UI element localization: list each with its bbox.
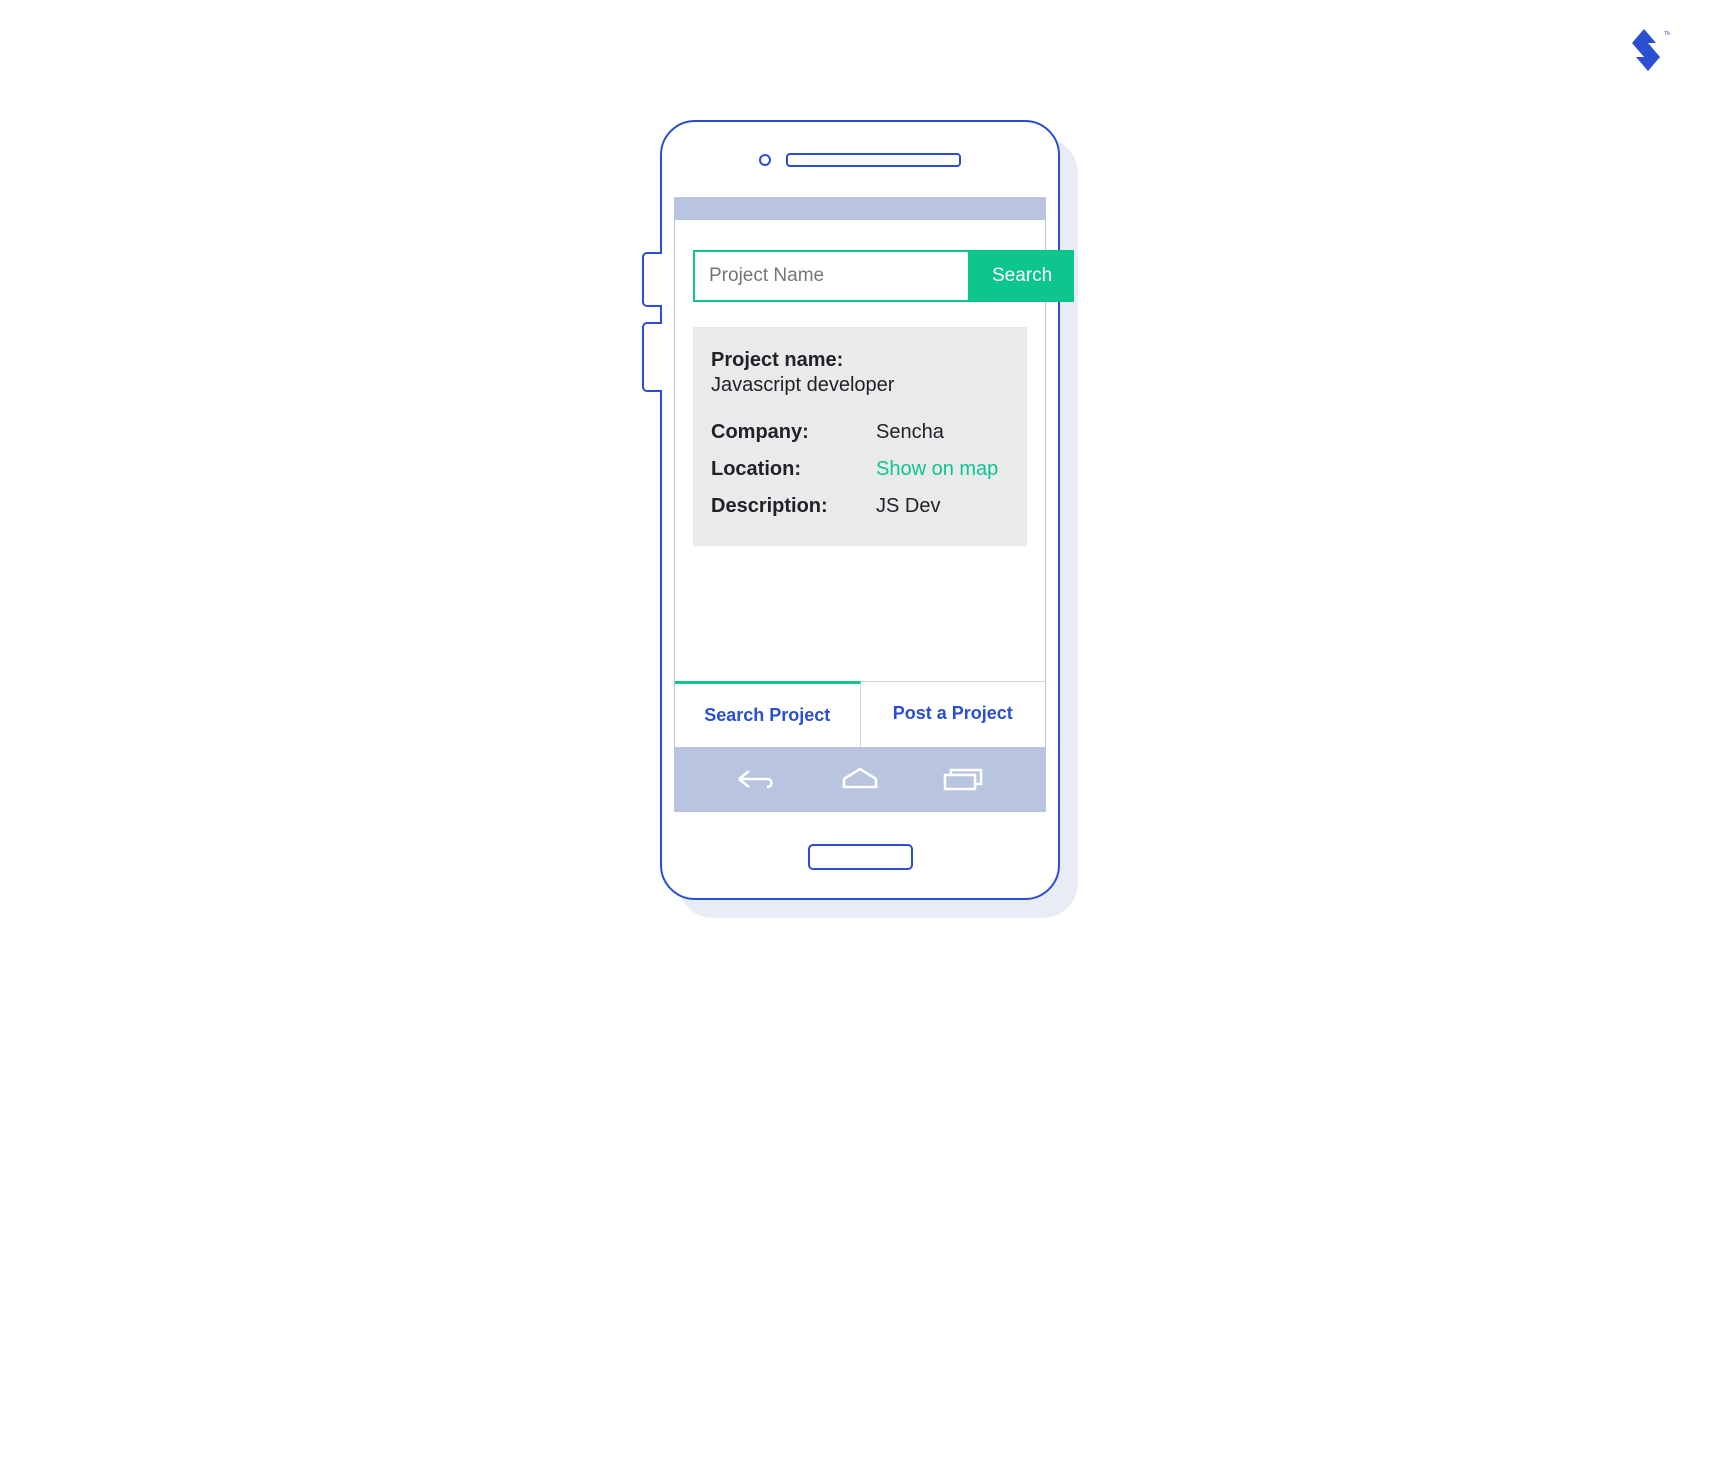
home-icon[interactable]: [838, 767, 882, 791]
home-button: [808, 844, 913, 870]
location-label: Location:: [711, 458, 876, 481]
status-bar: [675, 198, 1045, 220]
company-value: Sencha: [876, 421, 944, 444]
search-row: Search: [693, 250, 1027, 302]
tab-bar: Search Project Post a Project: [675, 681, 1045, 747]
camera-icon: [759, 154, 771, 166]
back-icon[interactable]: [735, 767, 779, 791]
volume-button-down: [642, 322, 662, 392]
search-button[interactable]: Search: [970, 250, 1074, 302]
phone-screen: Search Project name: Javascript develope…: [674, 197, 1046, 812]
description-value: JS Dev: [876, 495, 940, 518]
tab-search-project[interactable]: Search Project: [675, 681, 861, 747]
search-input[interactable]: [693, 250, 970, 302]
company-label: Company:: [711, 421, 876, 444]
android-nav-bar: [675, 747, 1045, 811]
phone-bottom-bezel: [662, 812, 1058, 902]
project-card: Project name: Javascript developer Compa…: [693, 327, 1027, 546]
location-link[interactable]: Show on map: [876, 458, 998, 481]
brand-logo: TM: [1630, 25, 1670, 80]
phone-top-bezel: [662, 122, 1058, 197]
project-name-label: Project name:: [711, 349, 1009, 372]
svg-text:TM: TM: [1664, 31, 1670, 37]
volume-button-up: [642, 252, 662, 307]
phone-mockup: Search Project name: Javascript develope…: [660, 120, 1060, 900]
speaker-icon: [786, 153, 961, 167]
recent-apps-icon[interactable]: [941, 767, 985, 791]
description-label: Description:: [711, 495, 876, 518]
project-name-value: Javascript developer: [711, 374, 1009, 397]
tab-post-project[interactable]: Post a Project: [861, 682, 1046, 747]
